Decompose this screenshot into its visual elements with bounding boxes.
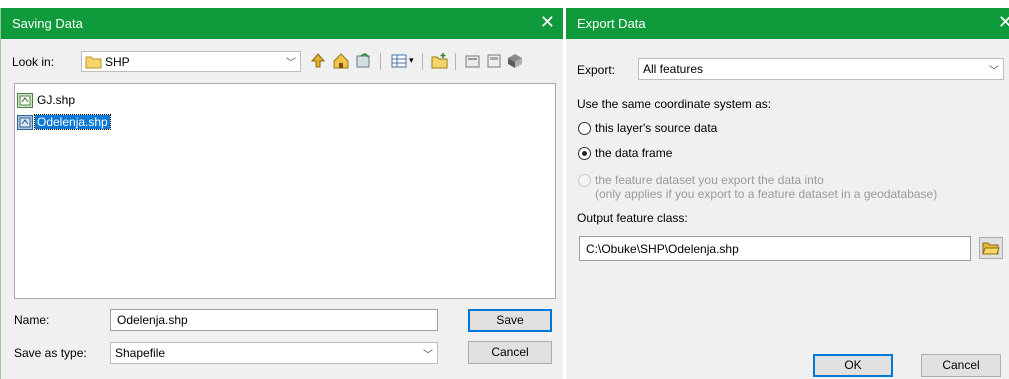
file-item-odelenja[interactable]: Odelenja.shp: [17, 114, 137, 132]
toolbar-divider: [455, 53, 456, 70]
file-list[interactable]: GJ.shp Odelenja.shp: [14, 83, 556, 299]
close-icon[interactable]: ✕: [998, 12, 1009, 32]
chevron-down-icon: ﹀: [423, 350, 433, 361]
output-value: C:\Obuke\SHP\Odelenja.shp: [586, 242, 739, 256]
toolbar-divider: [422, 53, 423, 70]
save-button[interactable]: Save: [468, 309, 552, 332]
connect-folder-icon[interactable]: [464, 52, 482, 70]
coordinate-heading: Use the same coordinate system as:: [577, 97, 772, 111]
radio-data-frame[interactable]: [578, 147, 591, 160]
option-frame-label: the data frame: [595, 146, 673, 160]
open-folder-icon: [982, 240, 1000, 263]
output-label: Output feature class:: [577, 211, 688, 225]
export-label: Export:: [577, 63, 616, 77]
new-folder-icon[interactable]: [431, 52, 449, 70]
export-dialog-title: Export Data: [577, 16, 646, 31]
export-data-dialog: Export Data ✕ Export: All features ﹀ Use…: [566, 8, 1009, 379]
save-as-type-value: Shapefile: [115, 346, 166, 360]
catalog-icon[interactable]: [355, 52, 373, 70]
export-combo[interactable]: All features ﹀: [638, 58, 1004, 80]
chevron-down-icon: ﹀: [286, 58, 296, 69]
cancel-button[interactable]: Cancel: [468, 341, 552, 364]
saving-dialog-title: Saving Data: [12, 16, 83, 31]
radio-source-data[interactable]: [578, 122, 591, 135]
home-icon[interactable]: [332, 52, 350, 70]
file-name: Odelenja.shp: [34, 114, 111, 130]
chevron-down-icon: ﹀: [989, 66, 999, 77]
radio-dot: [582, 151, 587, 156]
export-titlebar: Export Data ✕: [566, 8, 1009, 39]
toolbar-divider: [380, 53, 381, 70]
cancel-button[interactable]: Cancel: [921, 354, 1001, 377]
option-dataset-label: the feature dataset you export the data …: [595, 173, 824, 187]
saving-titlebar: Saving Data ✕: [1, 8, 563, 39]
name-value: Odelenja.shp: [117, 313, 188, 327]
saving-data-dialog: Saving Data ✕ Look in: SHP ﹀ ▾ GJ.shp Od…: [0, 8, 563, 379]
shapefile-icon: [17, 115, 33, 130]
save-as-type-label: Save as type:: [14, 346, 87, 360]
ok-button[interactable]: OK: [813, 354, 893, 377]
name-field[interactable]: Odelenja.shp: [110, 309, 438, 331]
database-icon[interactable]: [485, 52, 503, 70]
radio-feature-dataset[interactable]: [578, 174, 591, 187]
details-view-icon[interactable]: [390, 52, 408, 70]
chevron-down-icon[interactable]: ▾: [409, 55, 419, 73]
save-as-type-combo[interactable]: Shapefile ﹀: [110, 342, 438, 364]
saving-toolbar: ▾: [309, 52, 559, 72]
output-field[interactable]: C:\Obuke\SHP\Odelenja.shp: [579, 236, 971, 261]
folder-icon: [85, 55, 102, 72]
browse-button[interactable]: [979, 237, 1003, 259]
look-in-value: SHP: [105, 55, 130, 69]
name-label: Name:: [14, 313, 50, 327]
shapefile-icon: [17, 93, 33, 108]
file-name: GJ.shp: [37, 93, 76, 107]
close-icon[interactable]: ✕: [540, 12, 555, 32]
look-in-label: Look in:: [12, 55, 55, 69]
export-value: All features: [643, 62, 704, 76]
look-in-combo[interactable]: SHP ﹀: [81, 51, 301, 72]
option-source-label: this layer's source data: [595, 121, 718, 135]
up-one-level-icon[interactable]: [309, 52, 327, 70]
geodatabase-icon[interactable]: [506, 52, 524, 70]
option-dataset-note: (only applies if you export to a feature…: [595, 187, 938, 201]
file-item-gj[interactable]: GJ.shp: [17, 92, 137, 110]
